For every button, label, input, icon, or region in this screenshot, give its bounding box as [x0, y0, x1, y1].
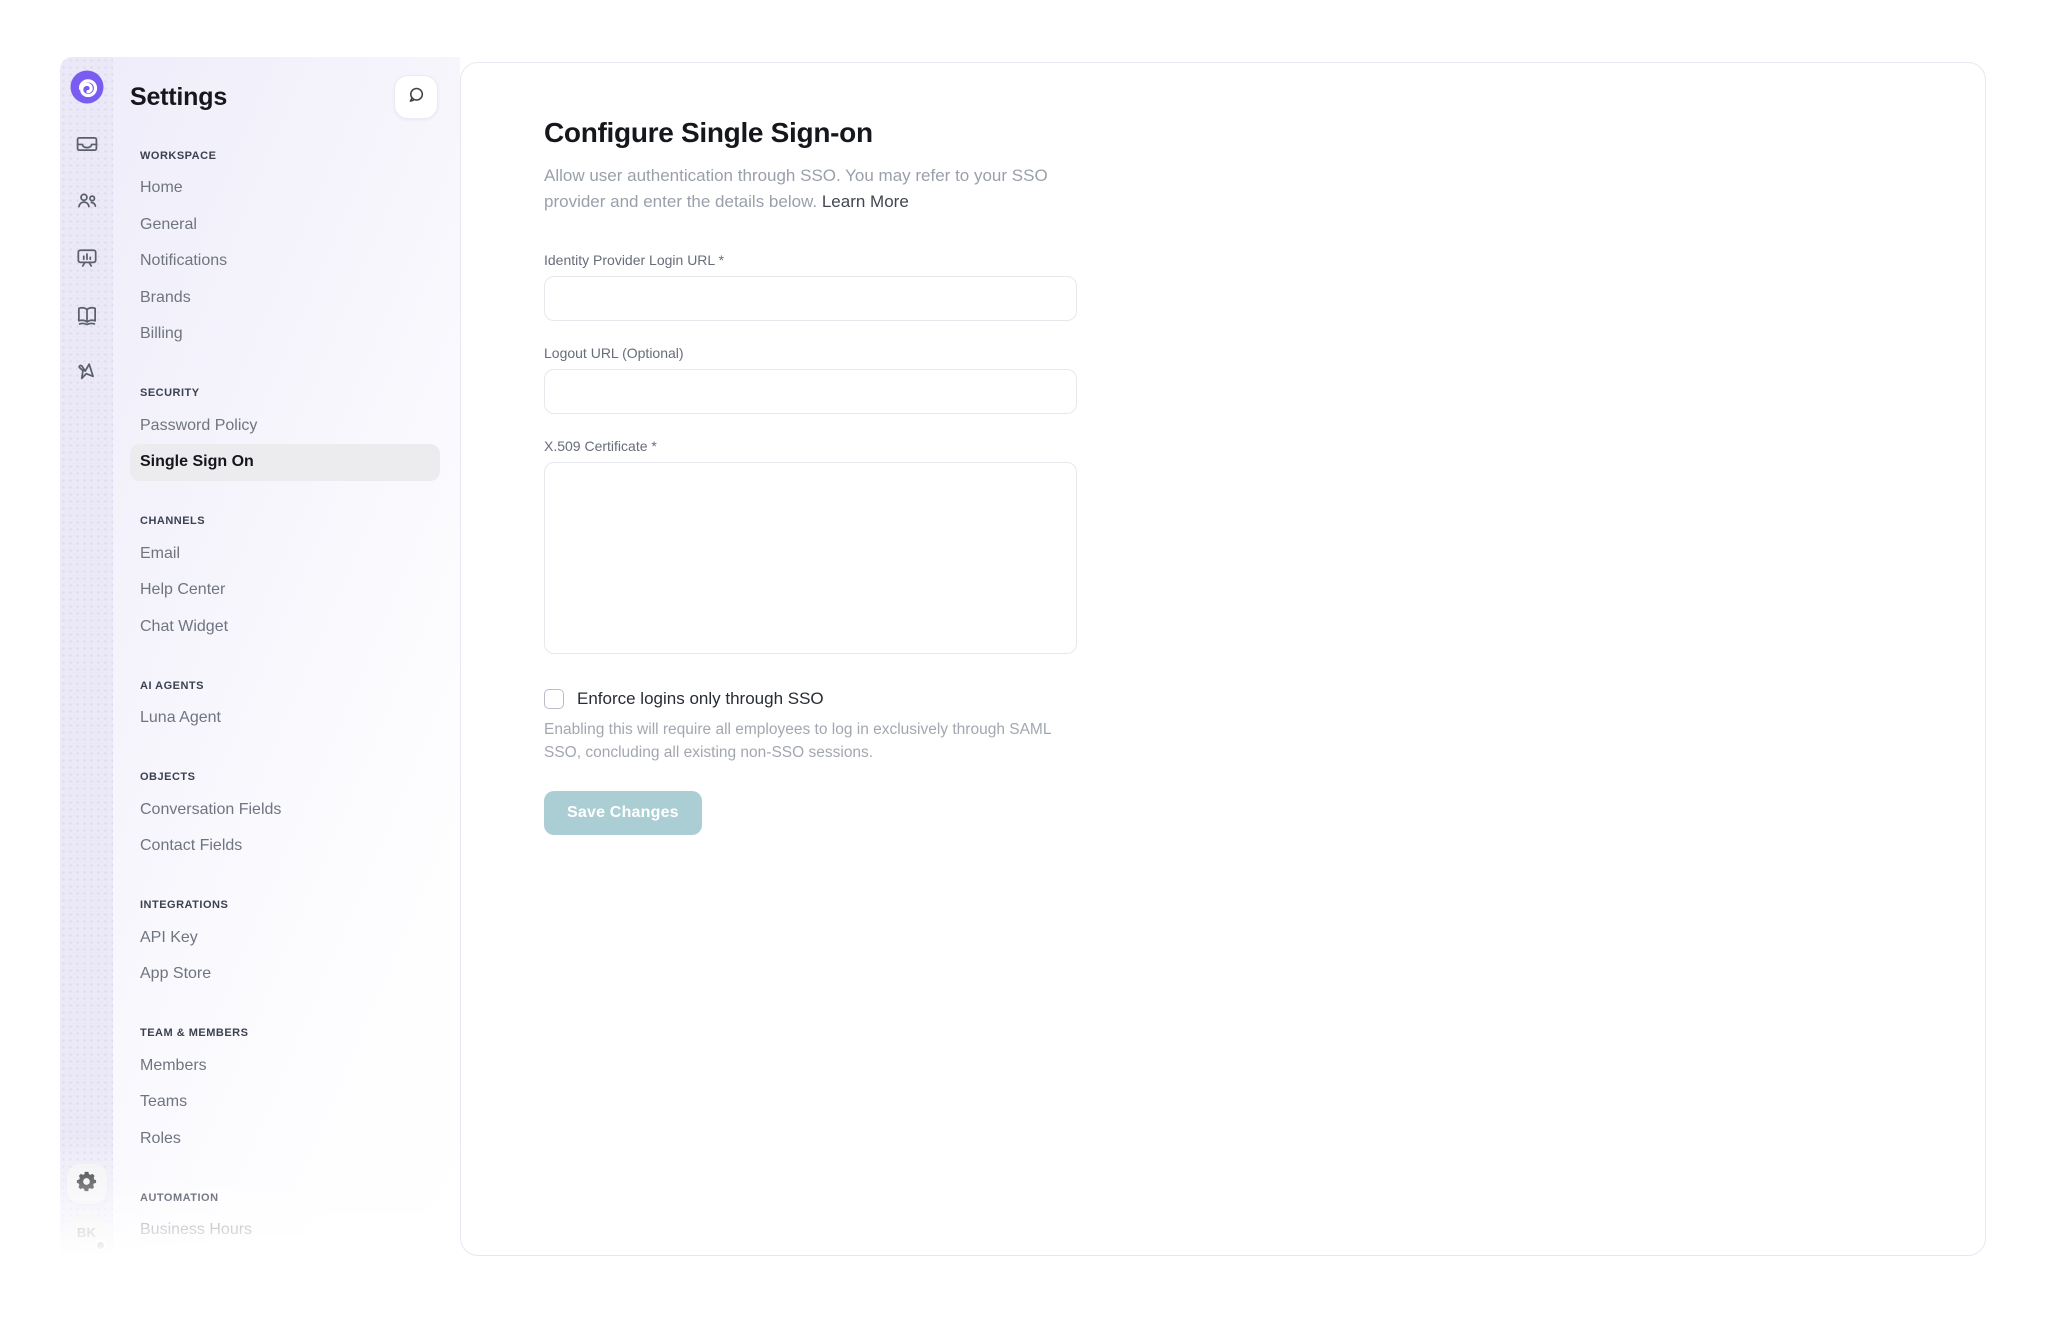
- sidebar-item-members[interactable]: Members: [130, 1048, 440, 1085]
- main-panel: Configure Single Sign-on Allow user auth…: [460, 62, 1986, 1256]
- presentation-chart-icon[interactable]: [74, 245, 100, 271]
- gear-icon: [75, 1170, 98, 1198]
- sidebar-item-brands[interactable]: Brands: [130, 280, 440, 317]
- content-description: Allow user authentication through SSO. Y…: [544, 163, 1089, 216]
- learn-more-link[interactable]: Learn More: [822, 192, 909, 211]
- enforce-sso-label[interactable]: Enforce logins only through SSO: [577, 689, 824, 709]
- sidebar-item-notifications[interactable]: Notifications: [130, 243, 440, 280]
- sidebar-item-business-hours[interactable]: Business Hours: [130, 1212, 440, 1249]
- sidebar-item-roles[interactable]: Roles: [130, 1121, 440, 1158]
- section-header-channels: CHANNELS: [130, 511, 440, 532]
- sidebar-item-sla[interactable]: SLA: [130, 1249, 440, 1257]
- logout-url-label: Logout URL (Optional): [544, 345, 1077, 361]
- field-x509-certificate: X.509 Certificate *: [544, 438, 1077, 659]
- sidebar-item-single-sign-on[interactable]: Single Sign On: [130, 444, 440, 481]
- sidebar-item-contact-fields[interactable]: Contact Fields: [130, 828, 440, 865]
- sidebar-item-conversation-fields[interactable]: Conversation Fields: [130, 792, 440, 829]
- sidebar-item-api-key[interactable]: API Key: [130, 920, 440, 957]
- sidebar-item-home[interactable]: Home: [130, 170, 440, 207]
- settings-app: BK Settings WORKSPACE Home General: [0, 0, 2048, 1322]
- logout-url-input[interactable]: [544, 369, 1077, 414]
- enforce-sso-description: Enabling this will require all employees…: [544, 718, 1066, 765]
- status-dot: [95, 1240, 106, 1251]
- sidebar-item-email[interactable]: Email: [130, 536, 440, 573]
- sidebar-item-luna-agent[interactable]: Luna Agent: [130, 700, 440, 737]
- user-avatar[interactable]: BK: [69, 1214, 105, 1250]
- book-icon[interactable]: [74, 302, 100, 328]
- field-idp-login-url: Identity Provider Login URL *: [544, 252, 1077, 321]
- paper-plane-icon[interactable]: [74, 359, 100, 385]
- sidebar-item-chat-widget[interactable]: Chat Widget: [130, 609, 440, 646]
- section-header-workspace: WORKSPACE: [130, 145, 440, 166]
- sidebar-item-teams[interactable]: Teams: [130, 1084, 440, 1121]
- save-changes-button[interactable]: Save Changes: [544, 791, 702, 835]
- settings-gear-button[interactable]: [67, 1164, 107, 1204]
- sidebar-item-password-policy[interactable]: Password Policy: [130, 408, 440, 445]
- section-header-automation: AUTOMATION: [130, 1187, 440, 1208]
- x509-certificate-textarea[interactable]: [544, 462, 1077, 654]
- section-header-objects: OBJECTS: [130, 767, 440, 788]
- brand-logo[interactable]: [67, 67, 107, 107]
- section-header-integrations: INTEGRATIONS: [130, 895, 440, 916]
- avatar-initials: BK: [77, 1225, 96, 1240]
- idp-login-url-label: Identity Provider Login URL *: [544, 252, 1077, 268]
- description-text: Allow user authentication through SSO. Y…: [544, 166, 1048, 211]
- sidebar-item-billing[interactable]: Billing: [130, 316, 440, 353]
- section-header-security: SECURITY: [130, 383, 440, 404]
- x509-certificate-label: X.509 Certificate *: [544, 438, 1077, 454]
- icon-rail: BK: [60, 57, 113, 1256]
- users-icon[interactable]: [74, 188, 100, 214]
- settings-sidebar: Settings WORKSPACE Home General Notifica…: [113, 57, 460, 1256]
- sidebar-item-app-store[interactable]: App Store: [130, 956, 440, 993]
- section-header-ai-agents: AI AGENTS: [130, 675, 440, 696]
- enforce-sso-checkbox[interactable]: [544, 689, 564, 709]
- field-logout-url: Logout URL (Optional): [544, 345, 1077, 414]
- page-title: Settings: [130, 83, 227, 112]
- content-heading: Configure Single Sign-on: [544, 117, 1101, 149]
- headset-icon: [405, 84, 427, 111]
- sidebar-nav: WORKSPACE Home General Notifications Bra…: [113, 145, 460, 1256]
- support-button[interactable]: [394, 75, 438, 119]
- idp-login-url-input[interactable]: [544, 276, 1077, 321]
- inbox-icon[interactable]: [74, 131, 100, 157]
- sidebar-item-help-center[interactable]: Help Center: [130, 572, 440, 609]
- sidebar-item-general[interactable]: General: [130, 207, 440, 244]
- section-header-team-members: TEAM & MEMBERS: [130, 1023, 440, 1044]
